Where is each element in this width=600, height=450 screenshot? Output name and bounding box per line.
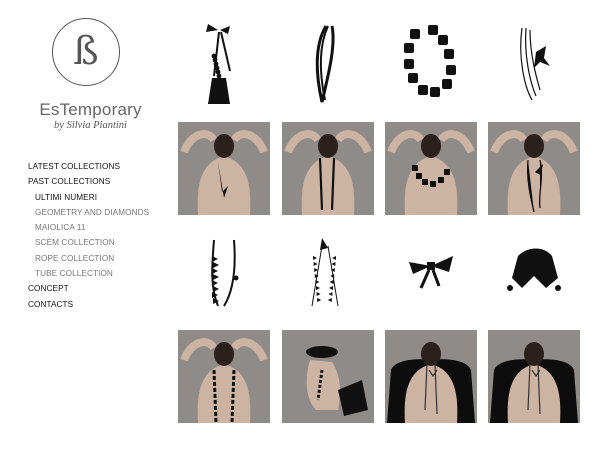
model-coat-back-2-icon — [488, 330, 580, 423]
product-image-chunky-bead-necklace[interactable] — [385, 16, 477, 109]
product-image-knot-ribbon-necklace[interactable] — [488, 226, 580, 319]
product-image-multi-strand-bow-necklace[interactable] — [488, 16, 580, 109]
model-seated-hat-icon — [282, 330, 374, 423]
product-image-bow-tassel-necklace[interactable] — [178, 16, 270, 109]
product-image-ribbon-bow-necklace[interactable] — [385, 226, 477, 319]
product-image-bead-strand-necklace[interactable] — [178, 226, 270, 319]
product-image-double-strand-necklace[interactable] — [282, 16, 374, 109]
model-photo-model-seated-hat[interactable] — [282, 330, 374, 423]
multi-strand-bow-necklace-icon — [520, 27, 550, 101]
product-image-triangle-bead-necklace[interactable] — [282, 226, 374, 319]
model-coat-back-icon — [385, 330, 477, 423]
ribbon-bow-necklace-icon — [409, 256, 453, 289]
model-back-strand-icon — [282, 122, 374, 215]
bow-tassel-necklace-icon — [206, 24, 231, 104]
model-photo-model-back-beads[interactable] — [178, 330, 270, 423]
model-back-multistrand-icon — [488, 122, 580, 215]
gallery-grid — [0, 0, 600, 450]
model-photo-model-coat-back[interactable] — [385, 330, 477, 423]
double-strand-necklace-icon — [315, 25, 335, 103]
model-back-beads-icon — [178, 330, 270, 423]
model-photo-model-front-beads[interactable] — [385, 122, 477, 215]
model-back-tassel-icon — [178, 122, 270, 215]
knot-ribbon-necklace-icon — [507, 248, 561, 291]
model-photo-model-back-strand[interactable] — [282, 122, 374, 215]
model-photo-model-coat-back-2[interactable] — [488, 330, 580, 423]
model-front-beads-icon — [385, 122, 477, 215]
model-photo-model-back-tassel[interactable] — [178, 122, 270, 215]
model-photo-model-back-multistrand[interactable] — [488, 122, 580, 215]
bead-strand-necklace-icon — [211, 239, 239, 307]
chunky-bead-necklace-icon — [404, 25, 456, 97]
triangle-bead-necklace-icon — [311, 238, 339, 307]
